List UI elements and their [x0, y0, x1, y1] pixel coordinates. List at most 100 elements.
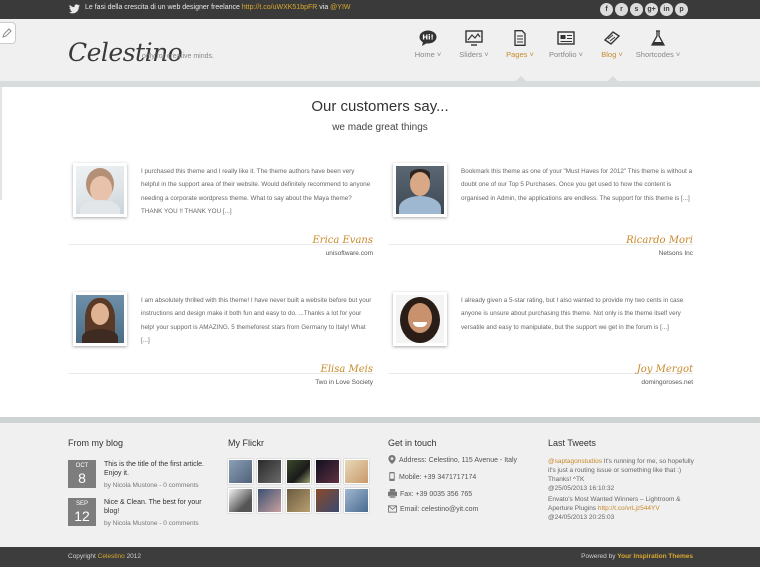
flickr-thumb[interactable] [257, 459, 282, 484]
flickr-thumb[interactable] [344, 459, 369, 484]
footer-tweets-title: Last Tweets [548, 438, 596, 448]
testimonial-avatar [73, 292, 127, 346]
facebook-icon[interactable]: f [600, 3, 613, 16]
flickr-thumb[interactable] [286, 488, 311, 513]
nav-shortcodes[interactable]: Shortcodes ˅ [635, 30, 681, 70]
post-date: OCT 8 [68, 460, 96, 488]
nav-home-label: Home ˅ [414, 50, 442, 59]
testimonial-avatar [73, 163, 127, 217]
contact-address: Address: Celestino, 115 Avenue - Italy [388, 455, 517, 464]
nav-pages-label: Pages ˅ [506, 50, 534, 59]
top-tweet-text: Le fasi della crescita di un web designe… [85, 4, 240, 11]
tweet-link[interactable]: http://t.co/vrLjz544YV [598, 505, 660, 512]
post-date: SEP 12 [68, 498, 96, 526]
nav-pages[interactable]: Pages ˅ [497, 30, 543, 82]
copyright-brand-link[interactable]: Celestino [98, 553, 125, 560]
portfolio-icon [557, 31, 575, 45]
social-icons: f r s g+ in p [600, 3, 688, 16]
mail-icon [388, 505, 397, 513]
nav-home[interactable]: Hi! Home ˅ [405, 30, 451, 70]
main-nav: Hi! Home ˅ Sliders ˅ Pages ˅ Portfolio ˅ [405, 30, 681, 82]
testimonial-quote: I purchased this theme and I really like… [141, 168, 371, 215]
testimonial-quote: Bookmark this theme as one of your "Must… [461, 168, 693, 202]
rss-icon[interactable]: r [615, 3, 628, 16]
contact-fax: Fax: +39 0035 356 765 [388, 489, 472, 498]
page-subtitle: we made great things [332, 122, 428, 133]
slider-icon [465, 30, 483, 46]
hi-bubble-icon: Hi! [419, 30, 437, 46]
post-meta: by Nicola Mustone - 0 comments [104, 482, 199, 489]
blog-icon [603, 31, 621, 45]
google-plus-icon[interactable]: g+ [645, 3, 658, 16]
contact-mobile: Mobile: +39 3471717174 [388, 472, 476, 481]
testimonial-quote: I am absolutely thrilled with this theme… [141, 297, 372, 344]
page-icon [514, 30, 526, 46]
tweet-time: @24/05/2013 20:25:03 [548, 514, 615, 521]
tweet-2: Envato's Most Wanted Winners – Lightroom… [548, 496, 681, 521]
testimonial-author: Erica Evans [312, 235, 373, 246]
tagline: only for creative minds. [142, 53, 214, 60]
testimonial-company: Two in Love Society [315, 379, 373, 386]
testimonial-company: unisoftware.com [325, 250, 373, 257]
blog-post-1: OCT 8 This is the title of the first art… [68, 460, 218, 492]
footer-blog-title: From my blog [68, 438, 124, 448]
powered-by: Powered by Your Inspiration Themes [581, 553, 693, 560]
header-stripe [0, 81, 760, 87]
nav-blog[interactable]: Blog ˅ [589, 30, 635, 82]
testimonial-author: Elisa Meis [320, 364, 373, 375]
map-pin-icon [388, 455, 396, 464]
flickr-thumb[interactable] [315, 488, 340, 513]
pencil-icon [2, 28, 12, 38]
post-title-link[interactable]: Nice & Clean. The best for your blog! [104, 498, 214, 516]
testimonial-3: I am absolutely thrilled with this theme… [68, 292, 373, 407]
nav-portfolio-label: Portfolio ˅ [549, 50, 583, 59]
phone-icon [389, 472, 395, 481]
top-tweet: Le fasi della crescita di un web designe… [85, 4, 351, 11]
nav-portfolio[interactable]: Portfolio ˅ [543, 30, 589, 70]
flickr-thumb[interactable] [344, 488, 369, 513]
footer-contact-title: Get in touch [388, 438, 437, 448]
testimonial-1: I purchased this theme and I really like… [68, 163, 373, 278]
svg-text:Hi!: Hi! [422, 34, 433, 42]
linkedin-icon[interactable]: in [660, 3, 673, 16]
flickr-thumb[interactable] [286, 459, 311, 484]
blog-post-2: SEP 12 Nice & Clean. The best for your b… [68, 498, 218, 530]
nav-shortcodes-label: Shortcodes ˅ [635, 50, 681, 59]
top-tweet-link[interactable]: http://t.co/uWXK51bpFR [242, 4, 317, 11]
nav-sliders-label: Sliders ˅ [459, 50, 489, 59]
flickr-thumb[interactable] [228, 459, 253, 484]
twitter-icon [69, 4, 80, 14]
flickr-thumb[interactable] [257, 488, 282, 513]
pinterest-icon[interactable]: p [675, 3, 688, 16]
post-meta: by Nicola Mustone - 0 comments [104, 520, 199, 527]
footer-flickr-title: My Flickr [228, 438, 264, 448]
nav-sliders[interactable]: Sliders ˅ [451, 30, 497, 70]
flask-icon [650, 30, 666, 46]
testimonial-author: Joy Mergot [636, 364, 693, 375]
testimonial-4: I already given a 5-star rating, but I a… [388, 292, 693, 407]
nav-blog-label: Blog ˅ [601, 50, 623, 59]
page-title: Our customers say... [311, 98, 449, 115]
testimonial-avatar [393, 292, 447, 346]
post-title-link[interactable]: This is the title of the first article. … [104, 460, 214, 478]
powered-brand-link[interactable]: Your Inspiration Themes [617, 553, 693, 560]
testimonial-avatar [393, 163, 447, 217]
copyright: Copyright Celestino 2012 [68, 553, 142, 560]
testimonial-2: Bookmark this theme as one of your "Must… [388, 163, 693, 278]
testimonial-author: Ricardo Mori [626, 235, 693, 246]
top-tweet-handle[interactable]: @YIW [330, 4, 350, 11]
testimonial-quote: I already given a 5-star rating, but I a… [461, 297, 684, 331]
edit-tab[interactable] [0, 22, 16, 44]
tweet-1: @saptagonstudios It's running for me, so… [548, 458, 694, 492]
flickr-gallery [228, 459, 373, 513]
contact-email[interactable]: Email: celestino@yit.com [388, 505, 478, 513]
tweet-time: @25/05/2013 16:10:32 [548, 485, 615, 492]
flickr-thumb[interactable] [228, 488, 253, 513]
tweet-handle[interactable]: @saptagonstudios [548, 458, 602, 465]
fax-icon [388, 489, 397, 498]
skype-icon[interactable]: s [630, 3, 643, 16]
testimonial-company: Netsons Inc [658, 250, 693, 257]
top-tweet-via: via [319, 4, 329, 11]
flickr-thumb[interactable] [315, 459, 340, 484]
testimonial-company: domingoroses.net [641, 379, 693, 386]
